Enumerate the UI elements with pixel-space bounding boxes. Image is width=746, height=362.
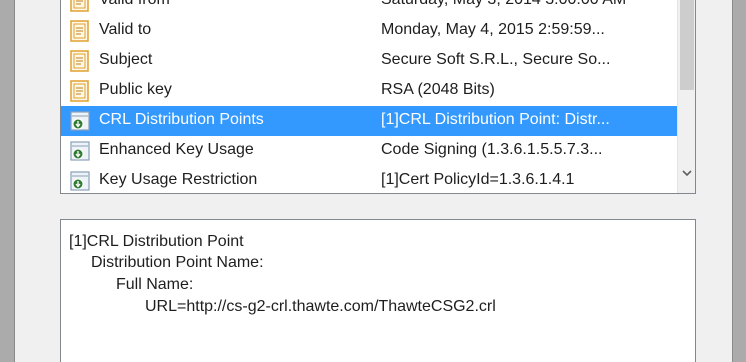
field-value: Monday, May 4, 2015 2:59:59... — [381, 21, 605, 38]
field-list-row[interactable]: CRL Distribution Points [1]CRL Distributi… — [61, 106, 678, 136]
field-name: Enhanced Key Usage — [99, 141, 254, 158]
detail-line: [1]CRL Distribution Point — [69, 233, 244, 250]
field-list-row[interactable]: Subject Secure Soft S.R.L., Secure So... — [61, 46, 678, 76]
field-value: Saturday, May 3, 2014 3:00:00 AM — [381, 0, 671, 9]
scrollbar-thumb[interactable] — [680, 0, 694, 90]
certificate-field-icon — [70, 20, 89, 42]
field-name: Public key — [99, 81, 172, 98]
field-value: Secure Soft S.R.L., Secure So... — [381, 51, 611, 68]
field-value: RSA (2048 Bits) — [381, 81, 495, 98]
field-name: Valid from — [99, 0, 170, 9]
window-left-border — [0, 0, 15, 362]
field-value: [1]CRL Distribution Point: Distr... — [381, 111, 610, 128]
field-list-row[interactable]: Key Usage Restriction [1]Cert PolicyId=1.… — [61, 166, 678, 193]
field-value: Code Signing (1.3.6.1.5.5.7.3... — [381, 141, 603, 158]
field-detail-textbox[interactable]: [1]CRL Distribution Point Distribution P… — [60, 219, 696, 362]
detail-line: Distribution Point Name: — [91, 254, 264, 271]
window-right-border — [732, 0, 746, 362]
certificate-field-icon — [70, 0, 89, 12]
detail-line: URL=http://cs-g2-crl.thawte.com/ThawteCS… — [145, 298, 496, 315]
vertical-scrollbar[interactable] — [677, 0, 695, 193]
certificate-field-icon — [70, 50, 89, 72]
certificate-extension-icon — [70, 141, 90, 161]
certificate-field-list[interactable]: Valid from Saturday, May 3, 2014 3:00:00 … — [60, 0, 696, 194]
certificate-extension-icon — [70, 171, 90, 191]
certificate-field-icon — [70, 80, 89, 102]
field-list-rows: Valid from Saturday, May 3, 2014 3:00:00 … — [61, 0, 678, 193]
detail-line: Full Name: — [116, 276, 194, 293]
certificate-extension-icon — [70, 111, 90, 131]
field-name: Valid to — [99, 21, 152, 38]
scroll-down-arrow-icon[interactable] — [680, 166, 694, 180]
field-list-row[interactable]: Valid to Monday, May 4, 2015 2:59:59... — [61, 16, 678, 46]
field-name: Key Usage Restriction — [99, 171, 258, 188]
field-value: [1]Cert PolicyId=1.3.6.1.4.1 — [381, 171, 575, 188]
field-name: Subject — [99, 51, 153, 68]
field-list-row[interactable]: Valid from Saturday, May 3, 2014 3:00:00 … — [61, 0, 678, 16]
field-list-row[interactable]: Public key RSA (2048 Bits) — [61, 76, 678, 106]
field-list-row[interactable]: Enhanced Key Usage Code Signing (1.3.6.1.… — [61, 136, 678, 166]
field-name: CRL Distribution Points — [99, 111, 264, 128]
